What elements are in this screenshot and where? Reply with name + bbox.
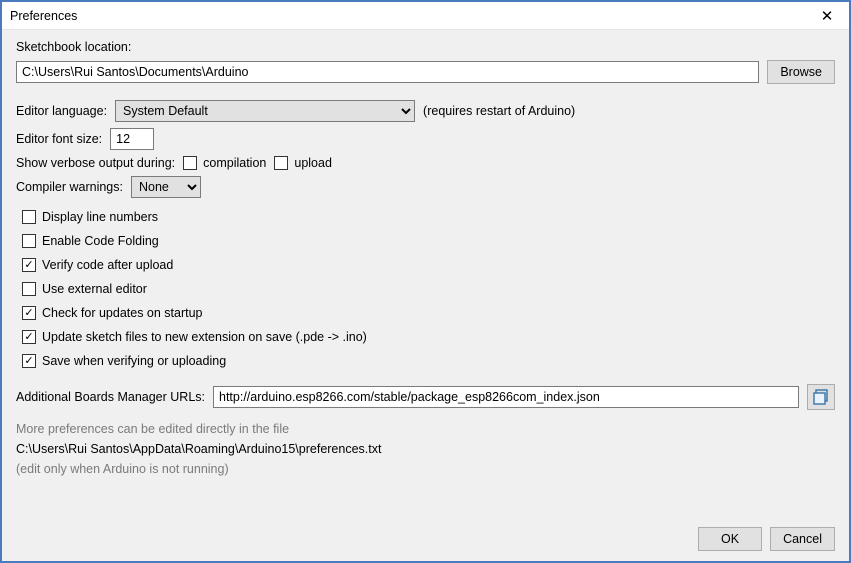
upload-checkbox-label: upload — [294, 156, 332, 170]
update-sketch-ext-checkbox[interactable]: Update sketch files to new extension on … — [22, 330, 835, 344]
browse-button[interactable]: Browse — [767, 60, 835, 84]
compilation-checkbox-label: compilation — [203, 156, 266, 170]
more-prefs-text: More preferences can be edited directly … — [16, 422, 835, 436]
checkbox-label: Update sketch files to new extension on … — [42, 330, 367, 344]
editor-language-label: Editor language: — [16, 104, 107, 118]
checkbox-box-icon — [22, 306, 36, 320]
verbose-label: Show verbose output during: — [16, 156, 175, 170]
expand-urls-button[interactable] — [807, 384, 835, 410]
checkbox-box-icon — [22, 258, 36, 272]
prefs-file-path: C:\Users\Rui Santos\AppData\Roaming\Ardu… — [16, 442, 835, 456]
font-size-label: Editor font size: — [16, 132, 102, 146]
checkbox-box-icon — [22, 330, 36, 344]
windows-stack-icon — [813, 389, 829, 405]
dialog-body: Sketchbook location: Browse Editor langu… — [2, 30, 849, 561]
requires-restart-label: (requires restart of Arduino) — [423, 104, 575, 118]
sketchbook-path-input[interactable] — [16, 61, 759, 83]
checkbox-box-icon — [22, 282, 36, 296]
checkbox-box-icon — [22, 234, 36, 248]
additional-urls-label: Additional Boards Manager URLs: — [16, 390, 205, 404]
cancel-button[interactable]: Cancel — [770, 527, 835, 551]
check-updates-checkbox[interactable]: Check for updates on startup — [22, 306, 835, 320]
checkbox-label: Enable Code Folding — [42, 234, 159, 248]
checkbox-box-icon — [183, 156, 197, 170]
close-button[interactable]: ✕ — [805, 2, 849, 30]
window-title: Preferences — [10, 9, 77, 23]
edit-only-text: (edit only when Arduino is not running) — [16, 462, 835, 476]
compiler-warnings-label: Compiler warnings: — [16, 180, 123, 194]
close-icon: ✕ — [821, 7, 834, 25]
preferences-window: Preferences ✕ Sketchbook location: Brows… — [0, 0, 851, 563]
checkbox-label: Check for updates on startup — [42, 306, 203, 320]
use-external-editor-checkbox[interactable]: Use external editor — [22, 282, 835, 296]
save-when-verify-checkbox[interactable]: Save when verifying or uploading — [22, 354, 835, 368]
checkbox-box-icon — [22, 210, 36, 224]
checkbox-label: Verify code after upload — [42, 258, 173, 272]
editor-language-select[interactable]: System Default — [115, 100, 415, 122]
checkbox-label: Save when verifying or uploading — [42, 354, 226, 368]
additional-urls-input[interactable] — [213, 386, 799, 408]
sketchbook-label: Sketchbook location: — [16, 40, 835, 54]
verify-after-upload-checkbox[interactable]: Verify code after upload — [22, 258, 835, 272]
checkbox-box-icon — [274, 156, 288, 170]
titlebar: Preferences ✕ — [2, 2, 849, 30]
upload-checkbox[interactable]: upload — [274, 156, 332, 170]
compiler-warnings-select[interactable]: None — [131, 176, 201, 198]
checkbox-label: Use external editor — [42, 282, 147, 296]
compilation-checkbox[interactable]: compilation — [183, 156, 266, 170]
checkbox-box-icon — [22, 354, 36, 368]
display-line-numbers-checkbox[interactable]: Display line numbers — [22, 210, 835, 224]
font-size-input[interactable] — [110, 128, 154, 150]
checkbox-label: Display line numbers — [42, 210, 158, 224]
enable-code-folding-checkbox[interactable]: Enable Code Folding — [22, 234, 835, 248]
ok-button[interactable]: OK — [698, 527, 762, 551]
